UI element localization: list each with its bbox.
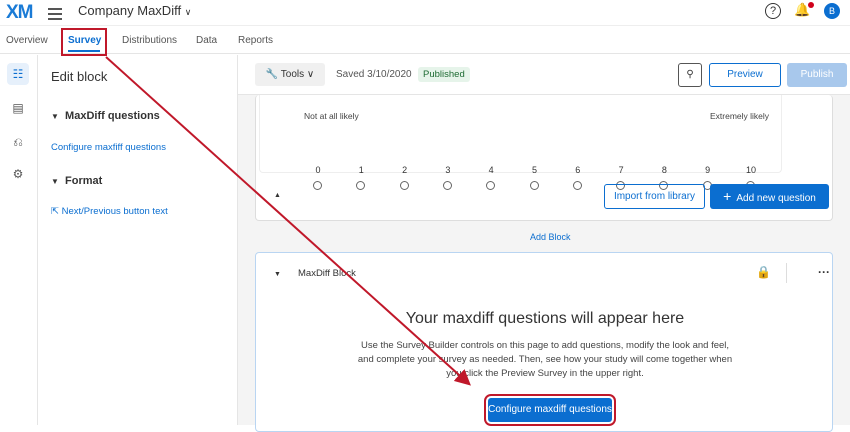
survey-toolbar: 🔧 Tools ∨ Saved 3/10/2020 Published ⚲ Pr…	[238, 55, 850, 95]
scale-point-label: 0	[315, 165, 321, 175]
paint-roller-icon[interactable]: ⎌	[7, 131, 29, 153]
edit-block-panel: Edit block ▼ MaxDiff questions Configure…	[38, 55, 238, 425]
annotation-box-survey-tab	[61, 28, 107, 56]
scale-point-label: 6	[575, 165, 581, 175]
divider	[786, 263, 787, 283]
project-selector[interactable]: Company MaxDiff ∨	[78, 3, 191, 18]
scale-point-label: 2	[402, 165, 408, 175]
scale-high-label: Extremely likely	[710, 111, 770, 121]
scale-point-label: 3	[445, 165, 451, 175]
add-block-link[interactable]: Add Block	[530, 232, 571, 242]
wrench-icon: 🔧	[265, 69, 279, 80]
section-maxdiff-questions[interactable]: ▼ MaxDiff questions	[51, 110, 160, 122]
scale-radio[interactable]	[486, 181, 496, 190]
plus-icon: +	[723, 188, 732, 204]
notification-dot	[808, 2, 814, 8]
publish-button[interactable]: Publish	[787, 63, 847, 87]
tab-overview[interactable]: Overview	[6, 35, 48, 46]
scale-radio[interactable]	[529, 181, 539, 190]
xm-logo[interactable]: XM	[6, 2, 33, 24]
section-label: MaxDiff questions	[65, 110, 160, 122]
avatar[interactable]: B	[824, 3, 840, 19]
import-from-library-button[interactable]: Import from library	[604, 184, 705, 209]
link-label: Next/Previous button text	[61, 206, 168, 217]
settings-sliders-icon[interactable]: ⚙	[7, 163, 29, 185]
left-rail: ☷ ▤ ⎌ ⚙	[0, 55, 38, 425]
more-options-icon[interactable]: ···	[818, 265, 830, 279]
tab-distributions[interactable]: Distributions	[122, 35, 177, 46]
collapse-caret-icon[interactable]: ▼	[274, 271, 281, 278]
caret-down-icon: ▼	[51, 177, 59, 186]
scale-point-label: 4	[488, 165, 494, 175]
project-name: Company MaxDiff	[78, 3, 182, 18]
blocks-icon[interactable]: ▤	[7, 97, 29, 119]
scale-point-label: 1	[358, 165, 364, 175]
scale-point-label: 10	[745, 165, 756, 175]
empty-state-body: Use the Survey Builder controls on this …	[357, 340, 733, 379]
configure-link[interactable]: Configure maxfiff questions	[51, 142, 166, 153]
maxdiff-block: ▼ MaxDiff Block 🔒 ··· Your maxdiff quest…	[255, 252, 833, 432]
preview-button[interactable]: Preview	[709, 63, 781, 87]
button-label: Add new question	[736, 193, 816, 204]
section-label: Format	[65, 175, 103, 187]
scale-point-label: 7	[618, 165, 624, 175]
tools-button[interactable]: 🔧 Tools ∨	[255, 63, 325, 86]
block-title: MaxDiff Block	[298, 268, 356, 279]
panel-title: Edit block	[51, 69, 108, 84]
lock-icon[interactable]: 🔒	[756, 265, 771, 279]
clipboard-icon[interactable]: ☷	[7, 63, 29, 85]
chevron-down-icon: ∨	[184, 7, 192, 17]
question-preview: Not at all likely Extremely likely	[259, 95, 782, 173]
scale-radio[interactable]	[399, 181, 409, 190]
help-icon[interactable]: ?	[765, 3, 781, 19]
scale-radio[interactable]	[356, 181, 366, 190]
hamburger-menu-icon[interactable]	[48, 5, 62, 23]
add-new-question-button[interactable]: + Add new question	[710, 184, 829, 209]
scale-radio[interactable]	[442, 181, 452, 190]
top-bar: XM Company MaxDiff ∨ ? 🔔 B	[0, 0, 850, 26]
scale-point-label: 8	[661, 165, 667, 175]
scale-radio[interactable]	[313, 181, 322, 190]
section-format[interactable]: ▼ Format	[51, 175, 102, 187]
question-block: Not at all likely Extremely likely 0 1 2 3 4…	[255, 95, 833, 221]
nav-tabs: Overview Survey Distributions Data Repor…	[0, 27, 850, 56]
caret-down-icon: ▼	[51, 112, 59, 121]
search-button[interactable]: ⚲	[678, 63, 702, 87]
empty-state-heading: Your maxdiff questions will appear here	[405, 310, 685, 327]
tab-reports[interactable]: Reports	[238, 35, 273, 46]
configure-maxdiff-button[interactable]: Configure maxdiff questions	[484, 394, 616, 426]
published-badge: Published	[418, 67, 470, 82]
survey-canvas: 🔧 Tools ∨ Saved 3/10/2020 Published ⚲ Pr…	[238, 55, 850, 432]
scale-radio[interactable]	[572, 181, 582, 190]
saved-status: Saved 3/10/2020	[336, 69, 412, 80]
tab-data[interactable]: Data	[196, 35, 217, 46]
scale-low-label: Not at all likely	[304, 111, 359, 121]
scale-point-label: 5	[531, 165, 537, 175]
collapse-caret-icon[interactable]: ▲	[274, 192, 281, 199]
scale-point-label: 9	[705, 165, 711, 175]
next-previous-link[interactable]: ⇱ Next/Previous button text	[51, 206, 168, 217]
cursor-icon: ⇱	[51, 206, 59, 217]
tools-label: Tools	[280, 69, 305, 80]
